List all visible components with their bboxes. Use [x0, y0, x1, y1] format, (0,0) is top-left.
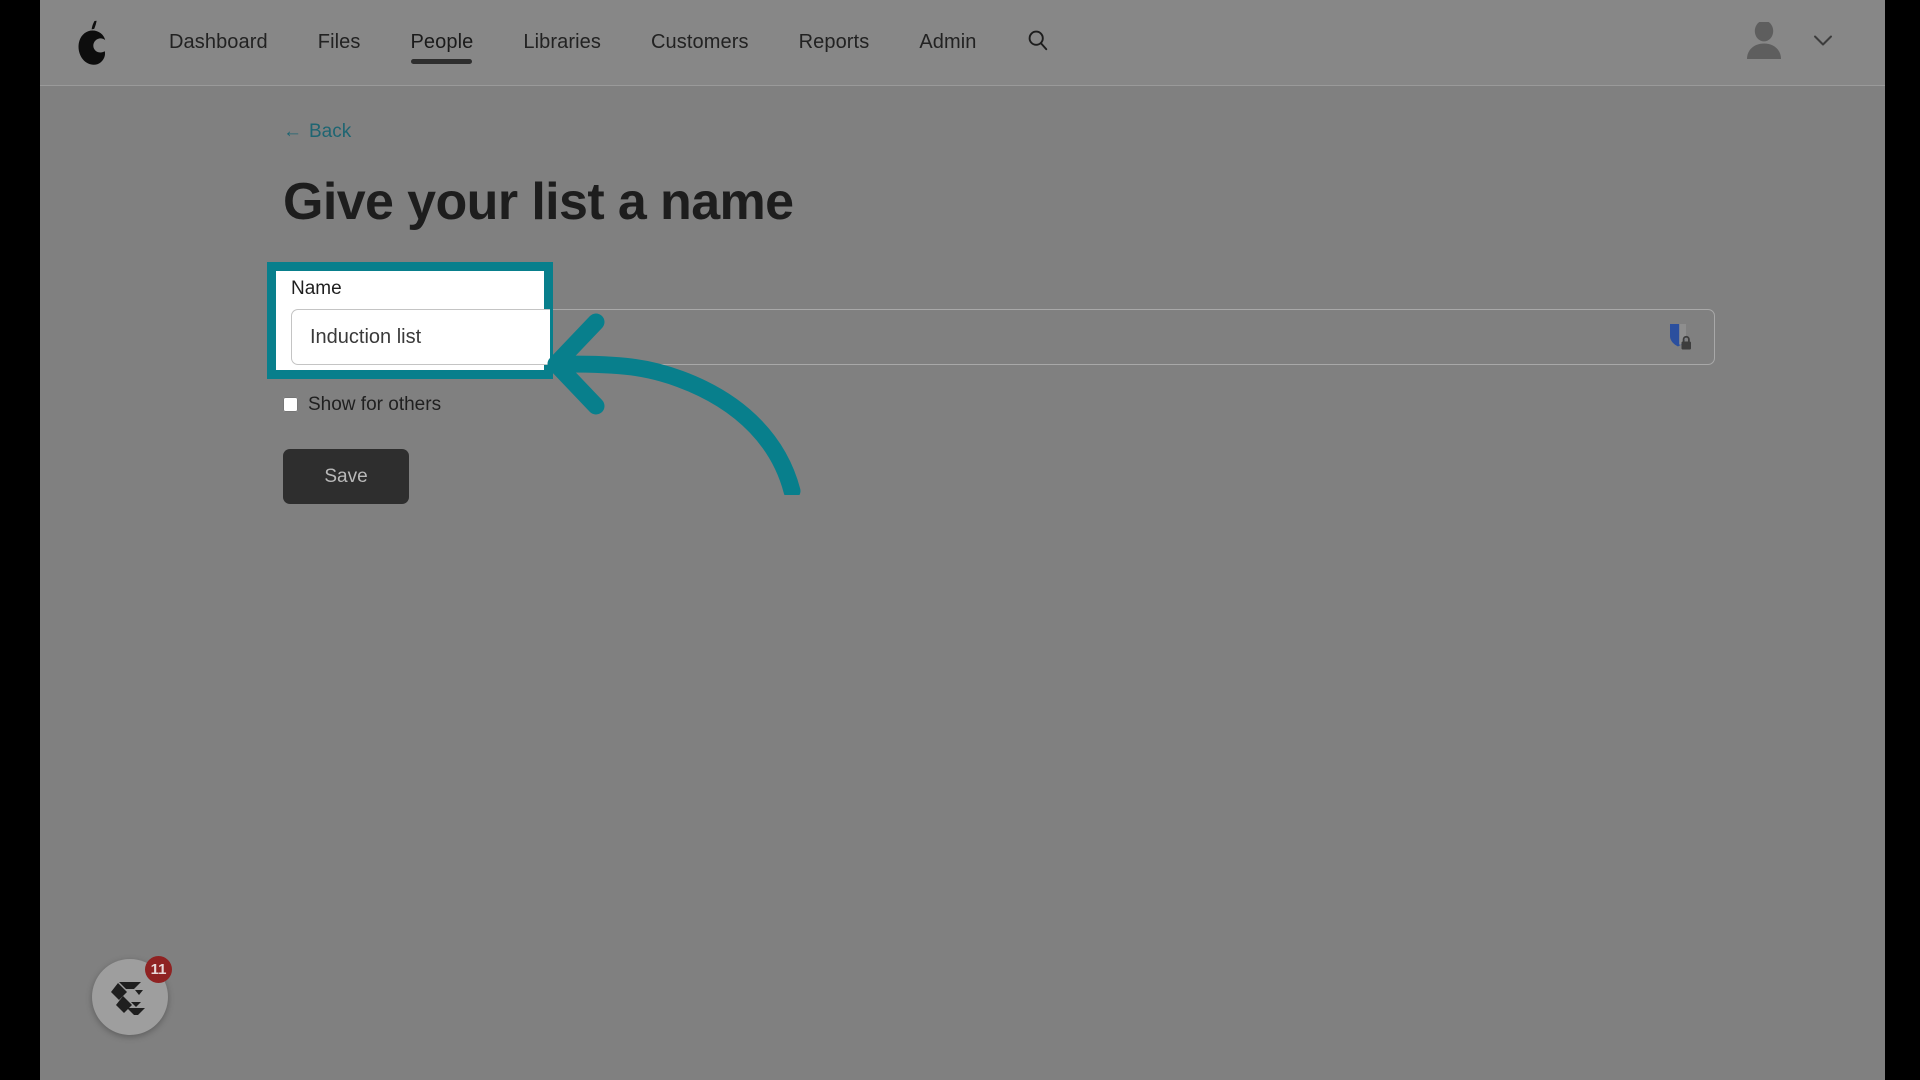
- search-button[interactable]: [1002, 0, 1074, 86]
- page-title: Give your list a name: [283, 173, 794, 231]
- help-widget-badge: 11: [145, 956, 172, 983]
- chameleon-logo-icon: [107, 972, 153, 1023]
- search-icon: [1026, 28, 1050, 57]
- user-avatar[interactable]: [1743, 21, 1785, 64]
- name-input-row: [283, 309, 1715, 366]
- nav-item-people[interactable]: People: [385, 0, 498, 86]
- show-for-others-row[interactable]: Show for others: [283, 395, 1885, 414]
- back-link[interactable]: ← Back: [283, 122, 351, 141]
- pear-logo-icon: [74, 20, 110, 66]
- user-avatar-icon: [1743, 21, 1785, 64]
- shield-lock-icon[interactable]: [1667, 322, 1693, 352]
- nav-item-admin[interactable]: Admin: [894, 0, 1001, 86]
- nav-item-dashboard[interactable]: Dashboard: [144, 0, 293, 86]
- nav-label: Libraries: [523, 31, 601, 53]
- nav-label: Dashboard: [169, 31, 268, 53]
- chevron-down-icon: [1813, 34, 1833, 52]
- nav-label: Admin: [919, 31, 977, 53]
- nav-label: Reports: [798, 31, 870, 53]
- back-arrow-icon: ←: [283, 121, 302, 142]
- name-field-label: Name: [283, 278, 334, 300]
- nav-label: Customers: [650, 31, 749, 53]
- show-for-others-checkbox[interactable]: [283, 397, 298, 413]
- nav-items: Dashboard Files People Libraries Custome…: [144, 0, 1074, 86]
- nav-label: Files: [317, 31, 361, 53]
- save-button[interactable]: Save: [283, 449, 409, 505]
- nav-label: People: [410, 31, 474, 53]
- main-content: ← Back Give your list a name Name Induct…: [40, 86, 1885, 505]
- screen-root: Dashboard Files People Libraries Custome…: [0, 0, 1920, 1080]
- name-input[interactable]: [283, 309, 1715, 366]
- help-widget[interactable]: 11: [92, 956, 172, 1035]
- nav-right-group: [1743, 0, 1885, 86]
- page-root: Dashboard Files People Libraries Custome…: [40, 0, 1885, 1080]
- show-for-others-label[interactable]: Show for others: [308, 395, 441, 414]
- user-menu-toggle[interactable]: [1813, 34, 1833, 52]
- list-name-form: Name Name: [267, 262, 1885, 505]
- nav-item-files[interactable]: Files: [293, 0, 386, 86]
- top-navigation-bar: Dashboard Files People Libraries Custome…: [40, 0, 1885, 86]
- nav-item-customers[interactable]: Customers: [626, 0, 774, 86]
- brand-logo[interactable]: [40, 0, 144, 86]
- nav-item-reports[interactable]: Reports: [774, 0, 895, 86]
- nav-item-libraries[interactable]: Libraries: [498, 0, 626, 86]
- back-link-label: Back: [309, 121, 352, 142]
